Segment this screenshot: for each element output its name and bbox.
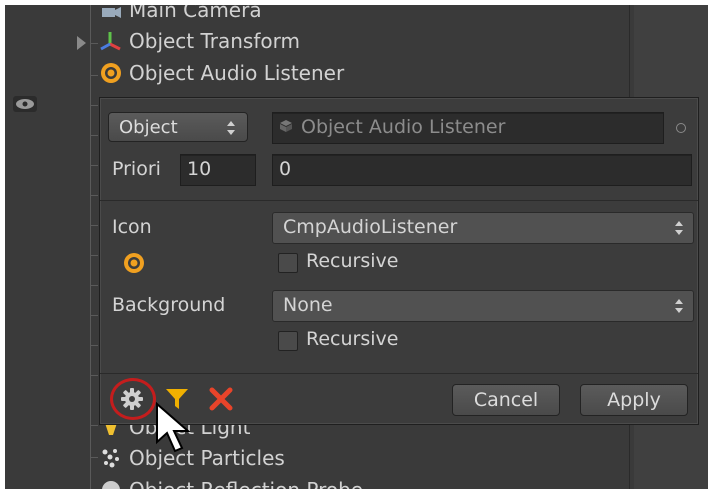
object-field-value: Object Audio Listener [301, 116, 506, 138]
cancel-button-label: Cancel [473, 389, 539, 411]
select-arrows-icon [675, 299, 683, 313]
select-arrows-icon [227, 121, 235, 135]
tree-tick [90, 75, 98, 76]
object-field[interactable]: Object Audio Listener [272, 112, 664, 144]
particles-icon [99, 446, 123, 470]
background-label: Background [112, 294, 226, 316]
tree-item-label: Object Reflection Probe [129, 478, 363, 489]
icon-select[interactable]: CmpAudioListener [272, 212, 694, 244]
gear-icon[interactable] [120, 387, 144, 411]
mouse-cursor-icon [155, 401, 195, 454]
object-picker-icon[interactable] [676, 123, 686, 133]
delete-icon[interactable] [208, 386, 234, 412]
background-select[interactable]: None [272, 290, 694, 322]
camera-icon [99, 5, 123, 22]
icon-select-value: CmpAudioListener [283, 216, 458, 238]
visibility-gutter [5, 5, 67, 489]
priority-input[interactable]: 10 [180, 154, 256, 186]
tree-tick [90, 105, 98, 106]
priority-value: 10 [187, 158, 212, 180]
tree-item-label: Object Audio Listener [129, 61, 345, 85]
transform-icon [99, 29, 123, 53]
tree-item-object-reflection-probe[interactable]: Object Reflection Probe [99, 476, 363, 489]
type-select[interactable]: Object [108, 112, 248, 142]
tree-tick [90, 315, 98, 316]
tree-tick [90, 195, 98, 196]
eye-icon[interactable] [13, 96, 37, 112]
apply-button-label: Apply [607, 389, 661, 411]
tree-tick [90, 425, 98, 426]
tree-item-label: Object Particles [129, 446, 285, 470]
tree-item-label: Main Camera [129, 5, 262, 22]
background-recursive-checkbox[interactable] [278, 331, 298, 351]
audio-listener-icon [99, 61, 123, 85]
tree-item-main-camera[interactable]: Main Camera [99, 5, 262, 24]
icon-settings-popup: Object Object Audio Listener Priori 10 0… [99, 97, 699, 425]
divider [100, 373, 698, 374]
tree-tick [90, 165, 98, 166]
tree-tick [90, 345, 98, 346]
tree-line [90, 5, 91, 489]
object-field-icon [279, 116, 293, 138]
icon-recursive-label: Recursive [306, 250, 399, 272]
reflection-probe-icon [99, 478, 123, 489]
tree-tick [90, 255, 98, 256]
select-arrows-icon [675, 221, 683, 235]
background-select-value: None [283, 294, 333, 316]
apply-button[interactable]: Apply [580, 384, 688, 416]
expand-arrow-icon[interactable] [77, 36, 86, 50]
tree-tick [90, 457, 98, 458]
icon-label: Icon [112, 216, 152, 238]
icon-recursive-checkbox[interactable] [278, 253, 298, 273]
tree-tick [90, 285, 98, 286]
audio-listener-preview-icon [122, 251, 146, 275]
tree-tick [90, 225, 98, 226]
tree-item-object-transform[interactable]: Object Transform [99, 27, 300, 55]
hierarchy-window: Main Camera Object Transform Object Audi… [5, 5, 708, 489]
priority-field-value: 0 [279, 158, 292, 180]
tree-item-label: Object Transform [129, 29, 300, 53]
priority-number-field[interactable]: 0 [272, 154, 692, 186]
type-select-value: Object [119, 116, 178, 138]
cancel-button[interactable]: Cancel [452, 384, 560, 416]
tree-tick [90, 375, 98, 376]
priority-label: Priori [112, 158, 161, 180]
divider [100, 200, 698, 201]
tree-item-object-audio-listener[interactable]: Object Audio Listener [99, 59, 344, 87]
tree-tick [90, 43, 98, 44]
tree-tick [90, 135, 98, 136]
background-recursive-label: Recursive [306, 328, 399, 350]
